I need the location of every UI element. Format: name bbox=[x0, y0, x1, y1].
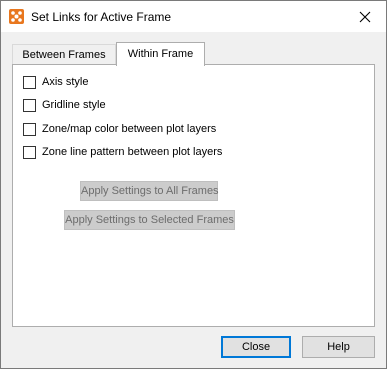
title-bar: Set Links for Active Frame bbox=[1, 1, 386, 32]
help-button[interactable]: Help bbox=[302, 336, 375, 358]
dialog-window: Set Links for Active Frame Between Frame… bbox=[0, 0, 387, 369]
option-axis-style[interactable]: Axis style bbox=[23, 74, 88, 90]
gridline-style-label: Gridline style bbox=[42, 99, 106, 111]
axis-style-checkbox[interactable] bbox=[23, 75, 36, 89]
zone-line-pattern-checkbox[interactable] bbox=[23, 145, 36, 159]
close-button[interactable]: Close bbox=[221, 336, 291, 358]
tab-between-frames[interactable]: Between Frames bbox=[12, 44, 116, 65]
zone-map-color-label: Zone/map color between plot layers bbox=[42, 123, 217, 135]
zone-line-pattern-label: Zone line pattern between plot layers bbox=[42, 146, 223, 158]
window-title: Set Links for Active Frame bbox=[31, 10, 172, 24]
tab-within-frame[interactable]: Within Frame bbox=[116, 42, 205, 66]
axis-style-label: Axis style bbox=[42, 76, 89, 88]
zone-map-color-checkbox[interactable] bbox=[23, 122, 36, 136]
tab-panel-within-frame: Axis style Gridline style Zone/map color… bbox=[12, 64, 375, 327]
option-zone-map-color[interactable]: Zone/map color between plot layers bbox=[23, 121, 216, 137]
option-gridline-style[interactable]: Gridline style bbox=[23, 97, 106, 113]
apply-all-frames-button[interactable]: Apply Settings to All Frames bbox=[80, 181, 219, 201]
apply-selected-frames-button[interactable]: Apply Settings to Selected Frames bbox=[64, 210, 235, 230]
option-zone-line-pattern[interactable]: Zone line pattern between plot layers bbox=[23, 144, 222, 160]
close-icon[interactable] bbox=[351, 5, 379, 29]
gridline-style-checkbox[interactable] bbox=[23, 98, 36, 112]
tecplot-icon bbox=[9, 9, 24, 24]
